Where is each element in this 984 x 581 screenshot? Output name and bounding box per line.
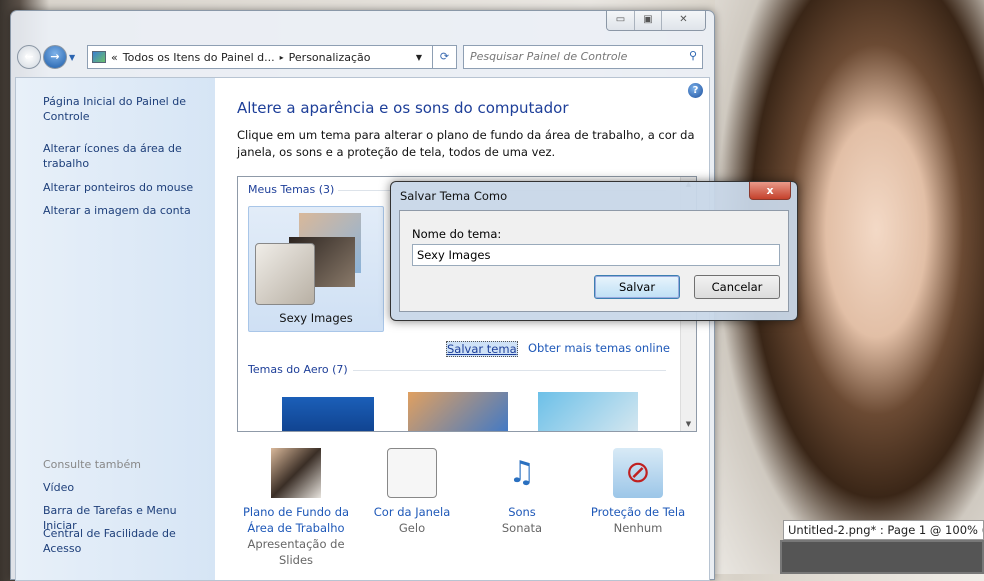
- maximize-button[interactable]: ▣: [634, 11, 661, 30]
- background-app-title[interactable]: Untitled-2.png* : Page 1 @ 100% (Bitm: [783, 520, 984, 540]
- theme-tile-aero[interactable]: [538, 392, 638, 431]
- breadcrumb-item[interactable]: Todos os Itens do Painel d...: [123, 51, 275, 64]
- screensaver-icon: ⊘: [613, 448, 663, 498]
- theme-name: Sexy Images: [279, 311, 353, 325]
- forward-button[interactable]: →: [43, 45, 67, 69]
- aero-themes-header: Temas do Aero (7): [248, 363, 348, 376]
- desktop-background-icon: [271, 448, 321, 498]
- dialog-close-button[interactable]: x: [749, 182, 791, 200]
- cancel-button[interactable]: Cancelar: [694, 275, 780, 299]
- sidebar-item-desktop-icons[interactable]: Alterar ícones da área de trabalho: [43, 141, 208, 171]
- breadcrumb-overflow[interactable]: «: [111, 51, 118, 64]
- dialog-title: Salvar Tema Como: [400, 189, 508, 203]
- save-theme-link[interactable]: Salvar tema: [446, 341, 518, 357]
- desktop-background-option[interactable]: Plano de Fundo da Área de Trabalho Aprese…: [241, 448, 351, 568]
- control-panel-icon: [92, 51, 106, 63]
- help-icon[interactable]: ?: [688, 83, 703, 98]
- window-color-option[interactable]: Cor da Janela Gelo: [367, 448, 457, 536]
- search-input[interactable]: Pesquisar Painel de Controle ⚲: [463, 45, 703, 69]
- theme-tile-aero[interactable]: [408, 392, 508, 431]
- page-title: Altere a aparência e os sons do computad…: [237, 99, 569, 117]
- sidebar-item-ease-of-access[interactable]: Central de Facilidade de Acesso: [43, 526, 208, 556]
- breadcrumb-item[interactable]: Personalização: [289, 51, 371, 64]
- sounds-icon: ♫: [508, 455, 536, 490]
- address-bar[interactable]: « Todos os Itens do Painel d... ▸ Person…: [87, 45, 457, 69]
- theme-name-label: Nome do tema:: [412, 227, 502, 241]
- address-dropdown-icon[interactable]: ▼: [416, 53, 422, 62]
- back-button[interactable]: ←: [17, 45, 41, 69]
- recent-pages-dropdown-icon[interactable]: ▼: [69, 53, 75, 62]
- theme-tile-aero[interactable]: [282, 397, 374, 431]
- my-themes-header: Meus Temas (3): [248, 183, 335, 196]
- window-color-icon: [387, 448, 437, 498]
- get-more-themes-link[interactable]: Obter mais temas online: [528, 341, 670, 355]
- close-button[interactable]: ✕: [661, 11, 705, 30]
- page-description: Clique em um tema para alterar o plano d…: [237, 128, 695, 159]
- sidebar-item-home[interactable]: Página Inicial do Painel de Controle: [43, 94, 208, 124]
- sidebar: Página Inicial do Painel de Controle Alt…: [16, 78, 215, 580]
- see-also-header: Consulte também: [43, 458, 141, 471]
- refresh-button[interactable]: ⟳: [432, 45, 457, 69]
- minimize-button[interactable]: ▭: [607, 11, 634, 30]
- sounds-option[interactable]: ♫ Sons Sonata: [477, 448, 567, 536]
- sidebar-item-video[interactable]: Vídeo: [43, 480, 208, 495]
- search-icon[interactable]: ⚲: [689, 49, 697, 62]
- theme-tile-selected[interactable]: Sexy Images: [248, 206, 384, 332]
- screensaver-option[interactable]: ⊘ Proteção de Tela Nenhum: [583, 448, 693, 536]
- theme-name-input[interactable]: [412, 244, 780, 266]
- sidebar-item-mouse-pointers[interactable]: Alterar ponteiros do mouse: [43, 180, 208, 195]
- background-app-window[interactable]: [780, 540, 984, 574]
- sidebar-item-account-picture[interactable]: Alterar a imagem da conta: [43, 203, 208, 218]
- save-button[interactable]: Salvar: [594, 275, 680, 299]
- save-theme-dialog: Salvar Tema Como x Nome do tema: Salvar …: [390, 181, 798, 321]
